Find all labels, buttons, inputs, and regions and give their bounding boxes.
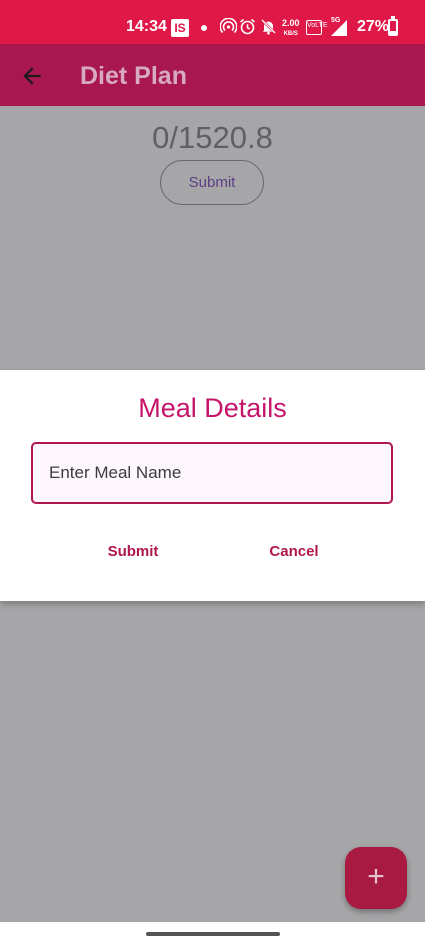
plus-icon: + bbox=[367, 860, 385, 893]
alarm-icon bbox=[239, 18, 256, 40]
dialog-cancel-button[interactable]: Cancel bbox=[258, 535, 330, 567]
volte-icon: VoLTE bbox=[306, 20, 328, 35]
battery-percent: 27% bbox=[357, 18, 390, 35]
speed-value: 2.00 bbox=[282, 18, 300, 28]
battery-icon bbox=[388, 16, 398, 36]
main-submit-button[interactable]: Submit bbox=[160, 160, 264, 205]
meal-name-input[interactable] bbox=[31, 442, 393, 504]
page-title: Diet Plan bbox=[80, 62, 187, 90]
dialog-title: Meal Details bbox=[138, 393, 287, 423]
status-time: 14:34 bbox=[126, 18, 167, 35]
network-type: 5G bbox=[331, 17, 341, 24]
notification-dot-icon bbox=[201, 25, 207, 31]
arrow-left-icon bbox=[23, 67, 41, 85]
meal-details-dialog: Meal Details Submit Cancel bbox=[0, 370, 425, 601]
bell-off-icon bbox=[260, 18, 277, 40]
add-meal-fab[interactable]: + bbox=[345, 847, 407, 909]
app-bar bbox=[0, 44, 425, 106]
home-gesture-handle[interactable] bbox=[146, 932, 280, 936]
dialog-submit-button[interactable]: Submit bbox=[96, 535, 170, 567]
hotspot-icon bbox=[219, 17, 238, 40]
status-bar: 14:34 IS 2.00 KB/S VoLTE 5G 27% bbox=[0, 0, 425, 44]
calorie-counter: 0/1520.8 bbox=[152, 120, 273, 155]
app-badge-icon: IS bbox=[171, 19, 189, 37]
network-speed: 2.00 KB/S bbox=[282, 19, 300, 39]
speed-unit: KB/S bbox=[283, 31, 298, 37]
signal-icon: 5G bbox=[328, 17, 348, 37]
battery-fill bbox=[390, 30, 396, 34]
back-button[interactable] bbox=[14, 60, 50, 92]
